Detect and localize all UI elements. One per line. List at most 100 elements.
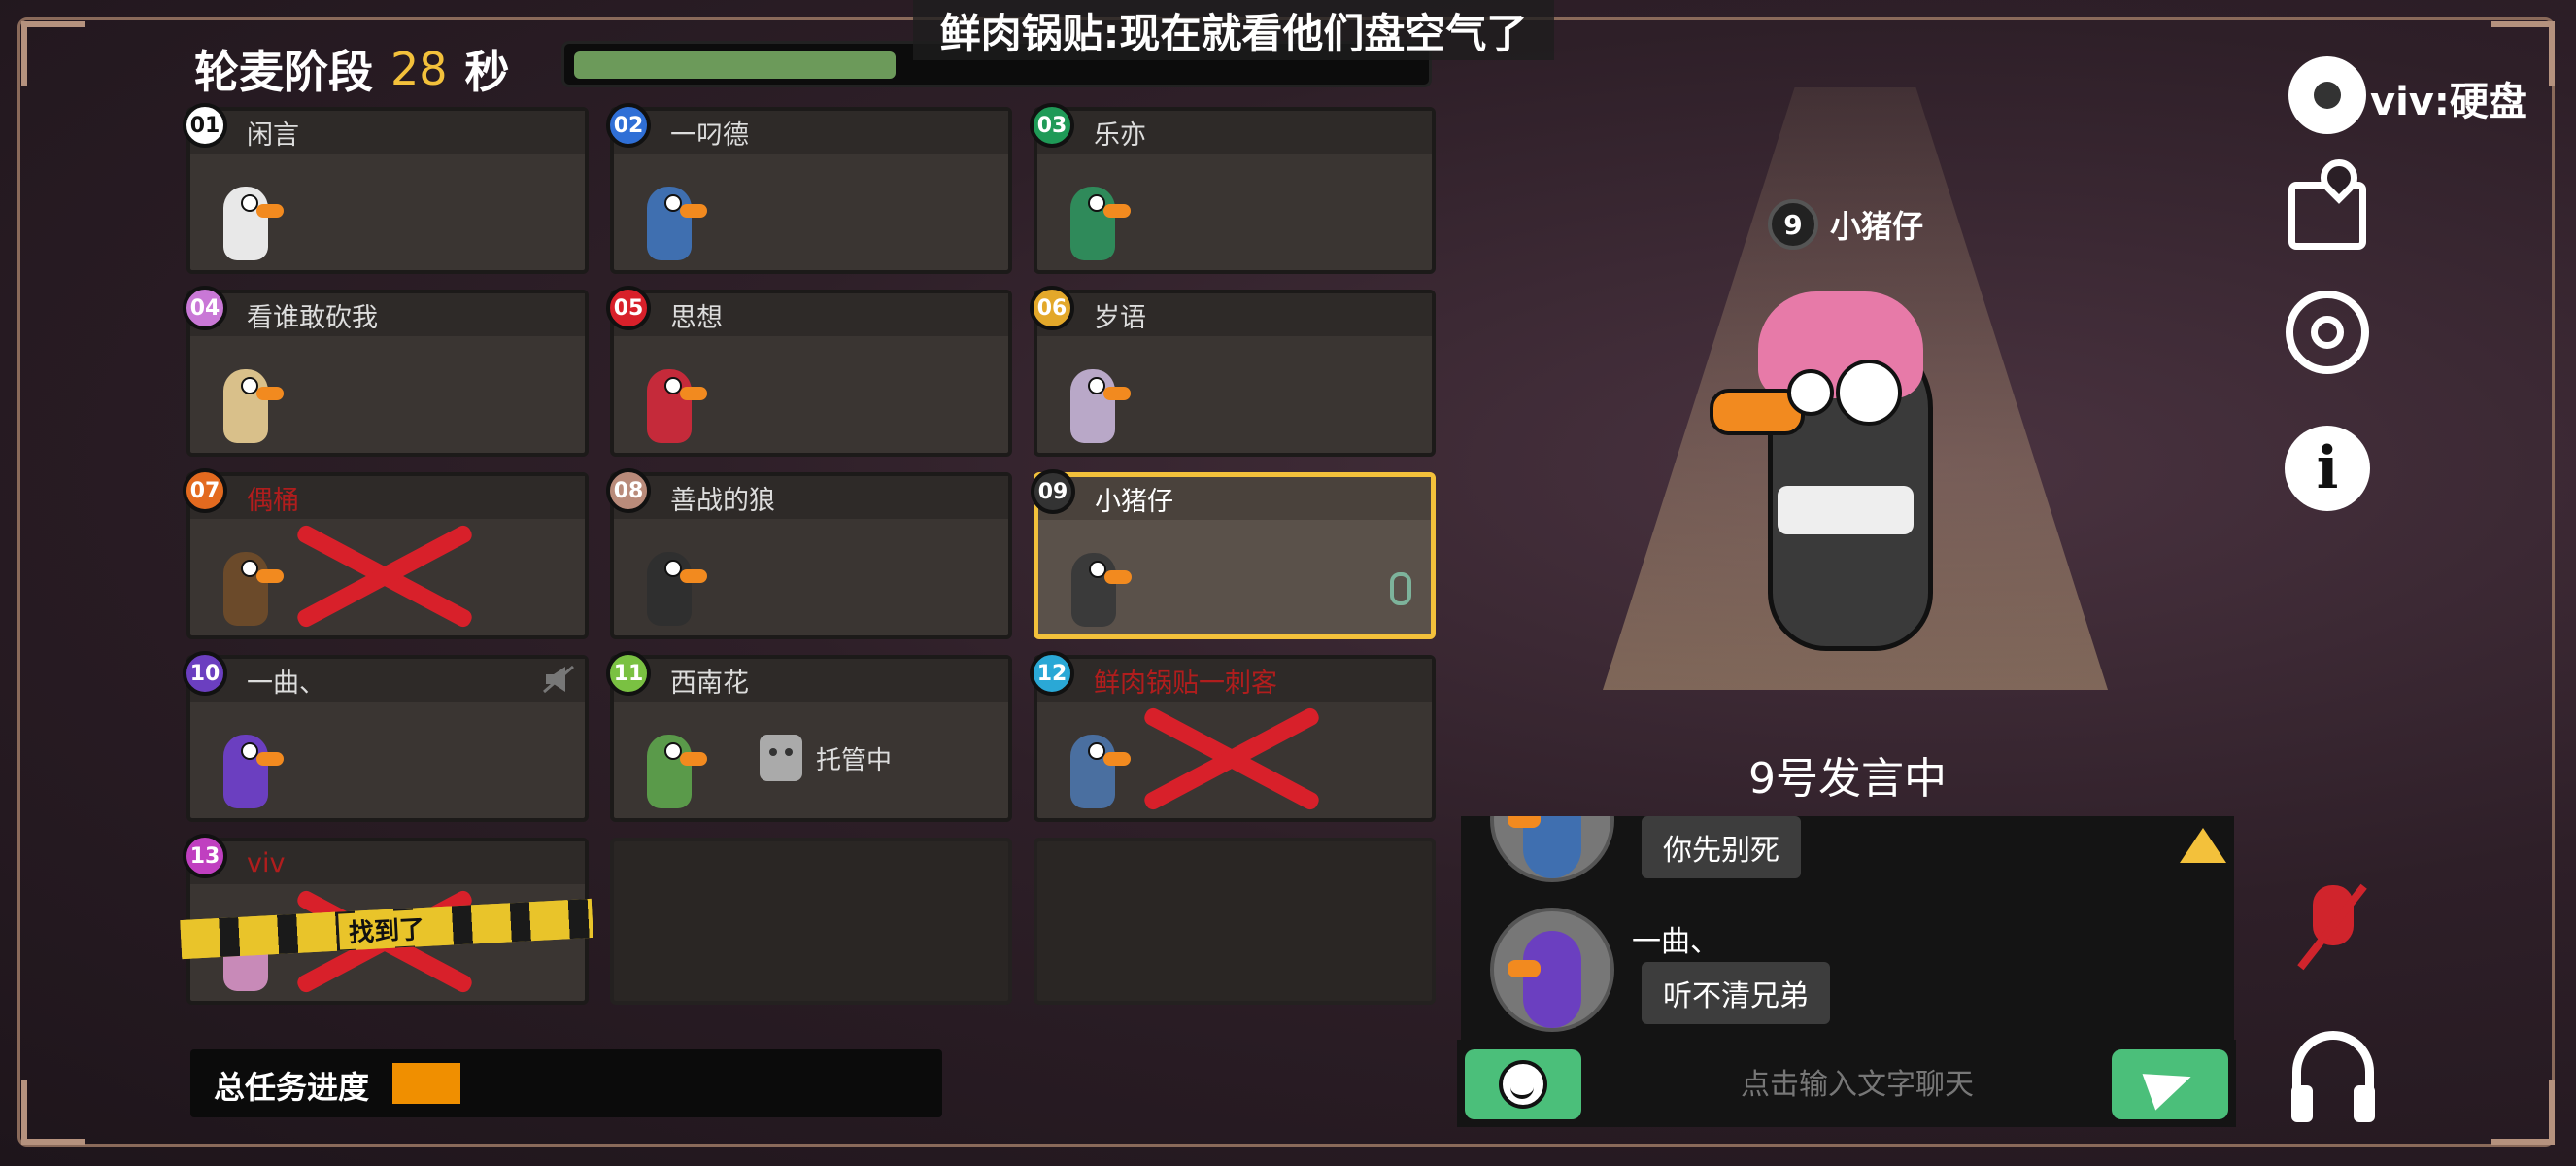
frame-corner [21,1080,85,1145]
player-number-badge: 06 [1030,286,1074,330]
player-name: 思想 [670,302,723,333]
player-name: 一曲、 [247,668,325,699]
eliminated-mark [288,515,482,632]
info-button[interactable]: i [2283,424,2372,513]
goose-avatar [1061,715,1136,812]
player-name: 乐亦 [1094,120,1146,151]
player-name: 岁语 [1094,302,1146,333]
send-button[interactable] [2112,1049,2228,1119]
player-name: 善战的狼 [670,485,775,516]
player-name: 闲言 [247,120,299,151]
player-card-02[interactable]: 一叼德 02 [606,103,1012,274]
player-number-badge: 10 [183,651,227,696]
player-card-09[interactable]: 小猪仔 09 [1031,469,1436,639]
player-name: 西南花 [670,668,749,699]
player-number-badge: 02 [606,103,651,148]
phase-timer-fill [574,51,896,79]
goose-avatar [214,167,289,264]
player-number-badge: 13 [183,834,227,878]
goose-avatar [637,167,713,264]
found-label: 找到了 [338,908,435,950]
player-name: 看谁敢砍我 [247,302,378,333]
player-card-03[interactable]: 乐亦 03 [1030,103,1436,274]
player-card-07[interactable]: 偶桶 07 [183,468,589,639]
task-progress-bar [392,1063,917,1104]
task-progress-label: 总任务进度 [214,1069,370,1106]
player-card-01[interactable]: 闲言 01 [183,103,589,274]
task-progress-fill [392,1063,461,1104]
goose-avatar [214,715,289,812]
speaker-number-badge: 9 [1768,199,1818,250]
chat-avatar [1490,908,1614,1032]
empty-slot [610,838,1012,1005]
send-icon [2142,1058,2198,1111]
player-card-12[interactable]: 鲜肉锅贴一刺客 12 [1030,651,1436,822]
map-icon [2288,182,2366,250]
trustee-label: 托管中 [816,745,893,775]
robot-icon [760,735,802,781]
megaphone-muted-icon [542,665,575,694]
player-card-13[interactable]: viv 13 找到了 [180,834,593,1005]
settings-button[interactable] [2283,51,2372,140]
chat-log[interactable]: 你先别死 一曲、 听不清兄弟 [1461,816,2234,1040]
frame-corner [2491,1080,2555,1145]
player-card-10[interactable]: 一曲、 10 [183,651,589,822]
broadcast-banner: 鲜肉锅贴:现在就看他们盘空气了 [913,0,1554,60]
empty-slot [1034,838,1436,1005]
goose-avatar [637,350,713,447]
player-number-badge: 04 [183,286,227,330]
goose-avatar [214,350,289,447]
chat-input[interactable] [1651,1057,2063,1114]
player-number-badge: 11 [606,651,651,696]
goose-avatar [1061,167,1136,264]
phase-indicator: 轮麦阶段 28 秒 [194,37,510,101]
player-card-08[interactable]: 善战的狼 08 [606,468,1012,639]
phase-label: 轮麦阶段 [194,46,373,98]
player-number-badge: 01 [183,103,227,148]
player-card-11[interactable]: 西南花 11 托管中 [606,651,1012,822]
player-name: 一叼德 [670,120,749,151]
goose-avatar [637,715,713,812]
goose-avatar [1061,350,1136,447]
speaker-goose-avatar [1710,253,1962,670]
target-icon [2286,291,2369,374]
player-number-badge: 03 [1030,103,1074,148]
emoji-button[interactable] [1465,1049,1581,1119]
speaker-name: 小猪仔 [1830,208,1924,245]
mic-off-icon [2299,881,2367,969]
chat-sender: 一曲、 [1632,925,1719,959]
map-button[interactable] [2283,171,2372,260]
mic-icon [1390,572,1411,605]
scroll-up-icon[interactable] [2180,828,2226,863]
player-number-badge: 09 [1031,469,1075,514]
chat-message: 你先别死 [1642,816,1801,878]
headset-button[interactable] [2288,1026,2378,1122]
gear-icon [2288,56,2366,134]
headset-icon [2291,1031,2375,1122]
player-card-04[interactable]: 看谁敢砍我 04 [183,286,589,457]
speaking-status: 9号发言中 [1748,754,1947,804]
player-card-05[interactable]: 思想 05 [606,286,1012,457]
player-number-badge: 05 [606,286,651,330]
trustee-indicator: 托管中 [760,735,892,781]
chat-avatar [1490,816,1614,882]
task-progress-panel: 总任务进度 [190,1049,942,1117]
target-button[interactable] [2283,288,2372,377]
settings-label: viv:硬盘 [2370,80,2527,124]
mic-toggle-button[interactable] [2288,880,2378,970]
info-icon: i [2285,426,2370,511]
player-number-badge: 12 [1030,651,1074,696]
seconds-remaining: 28 [390,43,448,95]
seconds-unit: 秒 [464,46,510,98]
speaker-tag: 9 小猪仔 [1768,199,1923,250]
player-name: 偶桶 [247,485,299,516]
emoji-icon [1499,1060,1547,1109]
eliminated-mark [1135,698,1329,814]
goose-avatar [637,532,713,630]
chat-message: 听不清兄弟 [1642,962,1830,1024]
goose-avatar [214,532,289,630]
player-name: viv [247,847,286,878]
player-card-06[interactable]: 岁语 06 [1030,286,1436,457]
goose-avatar [1062,533,1137,631]
player-name: 小猪仔 [1095,486,1173,517]
